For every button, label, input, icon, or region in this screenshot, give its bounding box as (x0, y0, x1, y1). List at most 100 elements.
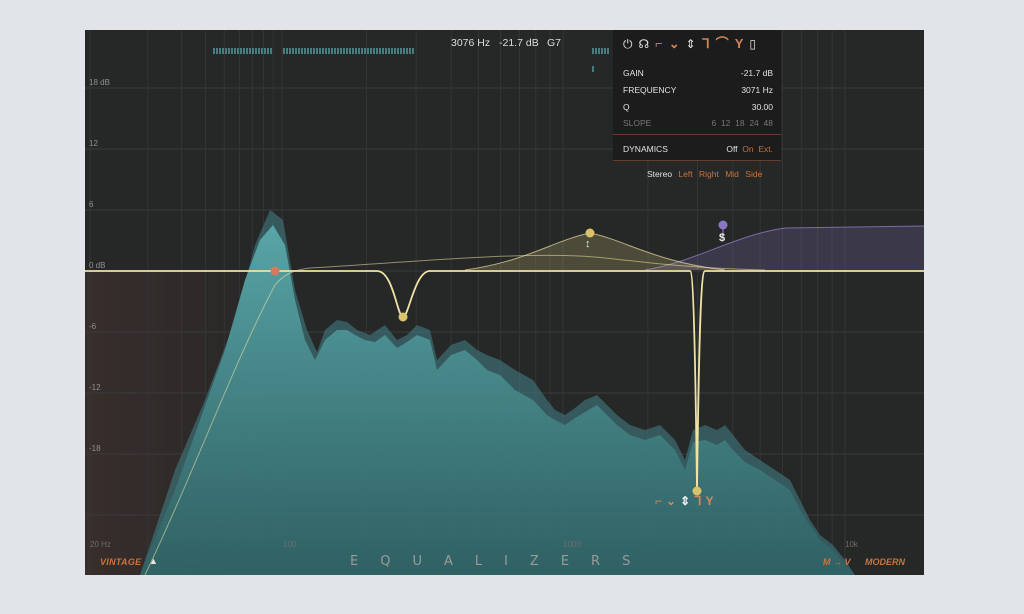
panel-divider (613, 134, 781, 135)
dynamics-off[interactable]: Off (726, 144, 737, 154)
meter-segment (258, 48, 260, 54)
dynamic-s-icon: $ (719, 232, 726, 244)
x-axis-label: 1000 (563, 540, 581, 549)
meter-segment (604, 48, 606, 54)
headphones-icon[interactable]: ☊ (639, 37, 650, 51)
meter-segment (240, 48, 242, 54)
frequency-label: FREQUENCY (623, 85, 677, 95)
q-row[interactable]: Q 30.00 (623, 102, 773, 112)
mode-arrow-icon[interactable]: ▲ (149, 556, 158, 566)
meter-segment (409, 48, 411, 54)
meter-segment (382, 48, 384, 54)
note-readout: G7 (547, 37, 562, 49)
level-meter-left-b (283, 41, 415, 54)
stereo-mid[interactable]: Mid (725, 169, 739, 179)
stereo-selector: Stereo Left Right Mid Side (647, 169, 762, 179)
notch-icon[interactable]: ⇕ (686, 37, 696, 51)
notch-icon[interactable]: ⇕ (680, 494, 690, 508)
high-shelf-icon[interactable]: ᒣ (702, 37, 710, 51)
band-node-notch-1[interactable] (398, 312, 408, 322)
meter-segment (255, 48, 257, 54)
m-to-v-button[interactable]: M → V (823, 557, 851, 567)
x-axis-label: 10k (845, 540, 858, 549)
meter-segment (325, 48, 327, 54)
dynamics-label: DYNAMICS (623, 144, 668, 154)
tilt-icon[interactable]: Y (735, 37, 744, 51)
meter-segment (598, 48, 600, 54)
meter-segment (252, 48, 254, 54)
dynamics-on[interactable]: On (742, 144, 753, 154)
frequency-row[interactable]: FREQUENCY 3071 Hz (623, 85, 773, 95)
meter-segment (349, 48, 351, 54)
gain-readout: -21.7 dB (499, 37, 539, 49)
slope-option[interactable]: 6 (711, 118, 716, 128)
meter-segment (601, 48, 603, 54)
meter-segment (228, 48, 230, 54)
bell-icon[interactable]: ⌄ (666, 494, 676, 508)
y-axis-label: -12 (89, 383, 101, 392)
level-meter-right (592, 41, 612, 72)
high-cut-icon[interactable]: ⌒ (716, 37, 729, 51)
frequency-value[interactable]: 3071 Hz (741, 85, 773, 95)
meter-segment (337, 48, 339, 54)
meter-segment (249, 48, 251, 54)
meter-segment (307, 48, 309, 54)
meter-segment (412, 48, 414, 54)
eq-plot[interactable] (85, 30, 924, 575)
meter-segment (355, 48, 357, 54)
slope-option[interactable]: 18 (735, 118, 744, 128)
meter-segment (316, 48, 318, 54)
stereo-left[interactable]: Left (678, 169, 692, 179)
slope-label: SLOPE (623, 118, 652, 128)
dynamics-ext[interactable]: Ext. (758, 144, 773, 154)
band-node-bell[interactable] (585, 228, 595, 238)
meter-segment (403, 48, 405, 54)
stereo-right[interactable]: Right (699, 169, 719, 179)
meter-segment (313, 48, 315, 54)
meter-segment (346, 48, 348, 54)
vintage-button[interactable]: VINTAGE (100, 557, 141, 567)
band-node-low-cut[interactable] (270, 266, 280, 276)
q-value[interactable]: 30.00 (752, 102, 773, 112)
high-cut-icon[interactable]: Y (705, 494, 713, 508)
slope-option[interactable]: 48 (764, 118, 773, 128)
bell-band-fill (465, 233, 725, 270)
frequency-readout: 3076 Hz (451, 37, 491, 49)
meter-segment (264, 48, 266, 54)
y-axis-label: -18 (89, 444, 101, 453)
power-icon[interactable]: ⏻ (623, 37, 633, 51)
y-axis-label: 18 dB (89, 78, 110, 87)
meter-segment (592, 66, 594, 72)
q-label: Q (623, 102, 630, 112)
meter-segment (592, 48, 594, 54)
meter-segment (367, 48, 369, 54)
meter-segment (261, 48, 263, 54)
meter-segment (237, 48, 239, 54)
stereo-side[interactable]: Side (745, 169, 762, 179)
band-node-dynamic[interactable] (718, 220, 728, 230)
trash-icon[interactable]: ▯ (749, 37, 756, 51)
gain-value[interactable]: -21.7 dB (741, 68, 773, 78)
panel-divider (613, 160, 781, 161)
meter-segment (225, 48, 227, 54)
low-shelf-icon[interactable]: ⌐ (655, 494, 662, 508)
low-shelf-icon[interactable]: ⌐ (655, 37, 663, 51)
meter-segment (319, 48, 321, 54)
slope-option[interactable]: 24 (749, 118, 758, 128)
meter-segment (243, 48, 245, 54)
gain-row[interactable]: GAIN -21.7 dB (623, 68, 773, 78)
high-shelf-icon[interactable]: ᒣ (694, 494, 701, 508)
y-axis-label: 6 (89, 200, 94, 209)
meter-segment (246, 48, 248, 54)
bell-icon[interactable]: ⌄ (669, 37, 680, 51)
meter-segment (295, 48, 297, 54)
meter-segment (406, 48, 408, 54)
meter-segment (358, 48, 360, 54)
modern-button[interactable]: MODERN (865, 557, 905, 567)
meter-segment (292, 48, 294, 54)
slope-options[interactable]: 6 12 18 24 48 (711, 118, 773, 128)
meter-segment (310, 48, 312, 54)
slope-option[interactable]: 12 (721, 118, 730, 128)
bell-drag-icon: ↕ (585, 238, 591, 250)
level-meter-left-a (213, 41, 275, 54)
